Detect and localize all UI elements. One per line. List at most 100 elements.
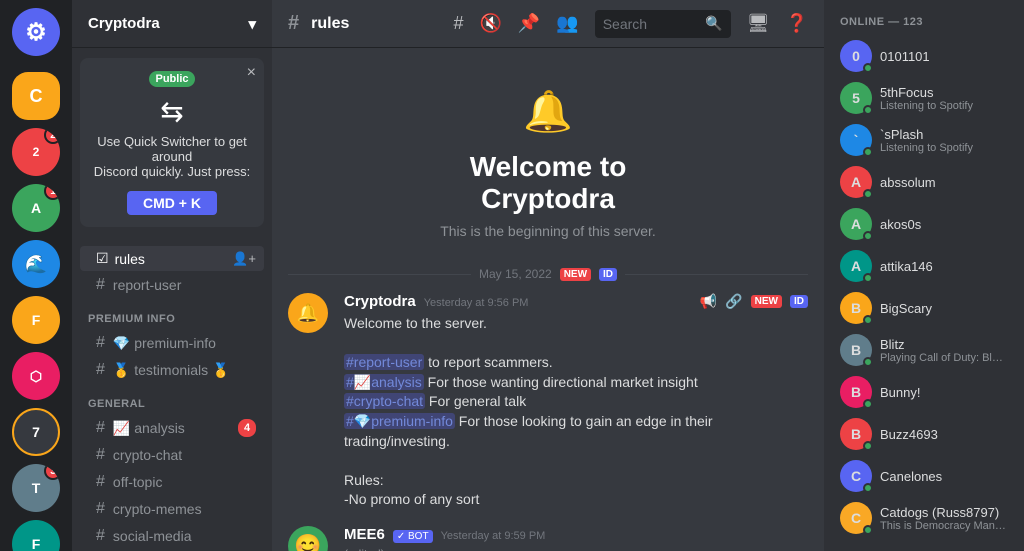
channel-label-rules: rules [115,251,145,267]
server-icon-4[interactable]: F [12,296,60,344]
member-info-attika146: attika146 [880,259,1008,274]
server-icon-1[interactable]: 22 [12,128,60,176]
avatar-mee6: 😊 [288,526,328,551]
quick-switcher-text: Use Quick Switcher to get around Discord… [92,134,252,179]
member-name-attika146: attika146 [880,259,1008,274]
add-user-icon[interactable]: 👤+ [232,251,256,267]
member-item-5thfocus[interactable]: 5 5thFocus Listening to Spotify [832,78,1016,118]
date-divider: May 15, 2022 NEW ID [272,259,824,289]
server-icon-2[interactable]: A1 [12,184,60,232]
member-item-bigscary[interactable]: B BigScary [832,288,1016,328]
status-dot [863,399,873,409]
server-icon-6[interactable]: 7 [12,408,60,456]
status-dot [863,483,873,493]
help-icon[interactable]: ❓ [786,13,808,34]
mute-icon[interactable]: 🔇 [479,13,501,34]
id-badge: ID [599,268,617,281]
member-info-5thfocus: 5thFocus Listening to Spotify [880,85,1008,112]
channel-item-rules[interactable]: ☑ rules 👤+ [80,246,264,271]
server-header[interactable]: Cryptodra ▾ [72,0,272,48]
close-quick-switcher-button[interactable]: × [247,64,256,82]
status-dot [863,315,873,325]
channel-item-analysis[interactable]: # 📈 analysis 4 [80,415,264,441]
mention-report-user: #report-user [344,354,424,370]
edited-label: (edited) [344,547,808,551]
quick-switcher-popup: × Public ⇆ Use Quick Switcher to get aro… [80,58,264,227]
mention-crypto-chat: #crypto-chat [344,393,425,409]
member-avatar-canelones: C [840,460,872,492]
member-info-bunny: Bunny! [880,385,1008,400]
member-item-canelones[interactable]: C Canelones [832,456,1016,496]
member-name-5thfocus: 5thFocus [880,85,1008,100]
member-info-bigscary: BigScary [880,301,1008,316]
member-activity-5thfocus: Listening to Spotify [880,100,1008,112]
member-item-abssolum[interactable]: A abssolum [832,162,1016,202]
id-label: ID [790,295,808,308]
member-name-bigscary: BigScary [880,301,1008,316]
member-activity-blitz: Playing Call of Duty: Black ... [880,352,1008,364]
shortcut-badge: CMD + K [127,191,217,215]
channel-label-crypto-memes: crypto-memes [113,501,202,517]
chat-header-title: rules [311,15,349,33]
member-activity-catdogs: This is Democracy Manifest [880,520,1008,532]
members-icon[interactable]: 👥 [556,13,578,34]
message-group-mee6: 😊 MEE6 ✓ BOT Yesterday at 9:59 PM (edite… [272,522,824,551]
member-item-blitz[interactable]: B Blitz Playing Call of Duty: Black ... [832,330,1016,370]
channel-item-crypto-chat[interactable]: # crypto-chat [80,442,264,468]
member-name-bunny: Bunny! [880,385,1008,400]
member-name-buzz4693: Buzz4693 [880,427,1008,442]
channel-item-crypto-memes[interactable]: # crypto-memes [80,496,264,522]
channel-label-premium-info: 💎 premium-info [113,335,216,352]
welcome-subtitle: This is the beginning of this server. [292,223,804,239]
member-item-buzz4693[interactable]: B Buzz4693 [832,414,1016,454]
inbox-icon[interactable]: 🖥 [747,13,770,34]
server-icons-sidebar: ⚙ C 22 A1 🌊 F ⬡ 7 T3 F [0,0,72,551]
message-header-mee6: MEE6 ✓ BOT Yesterday at 9:59 PM [344,526,808,543]
member-name-akos0s: akos0s [880,217,1008,232]
member-item-akos0s[interactable]: A akos0s [832,204,1016,244]
server-icon-5[interactable]: ⬡ [12,352,60,400]
search-icon[interactable]: 🔍 [705,15,722,32]
member-item-attika146[interactable]: A attika146 [832,246,1016,286]
channel-hash-header: # [288,12,299,35]
search-bar[interactable]: Search 🔍 [595,10,731,38]
member-item-bunny[interactable]: B Bunny! [832,372,1016,412]
member-item-splash[interactable]: ` `sPlash Listening to Spotify [832,120,1016,160]
channels-list: ☑ rules 👤+ # report-user PREMIUM INFO # … [72,237,272,551]
discord-icon[interactable]: ⚙ [12,8,60,56]
avatar-cryptodra: 🔔 [288,293,328,333]
server-icon-8[interactable]: F [12,520,60,551]
channel-item-premium-info[interactable]: # 💎 premium-info [80,330,264,356]
server-icon-cryptodra[interactable]: C [12,72,60,120]
channel-item-off-topic[interactable]: # off-topic [80,469,264,495]
message-content-cryptodra: Cryptodra Yesterday at 9:56 PM 📢 🔗 NEW I… [344,293,808,510]
speaker-icon: 📢 [700,293,717,310]
category-general[interactable]: GENERAL [72,384,272,414]
status-dot [863,441,873,451]
pin-icon[interactable]: 📌 [518,13,540,34]
hashtag-icon[interactable]: # [453,13,463,34]
channel-label-off-topic: off-topic [113,474,163,490]
member-item-0101101[interactable]: 0 0101101 [832,36,1016,76]
hash-icon-7: # [96,500,105,518]
channel-item-testimonials[interactable]: # 🥇 testimonials 🥇 [80,357,264,383]
member-avatar-5thfocus: 5 [840,82,872,114]
quick-switcher-icon: ⇆ [92,95,252,128]
member-avatar-abssolum: A [840,166,872,198]
server-icon-3[interactable]: 🌊 [12,240,60,288]
channel-label-analysis: 📈 analysis [113,420,185,437]
member-item-catdogs[interactable]: C Catdogs (Russ8797) This is Democracy M… [832,498,1016,538]
channel-item-report-user[interactable]: # report-user [80,272,264,298]
channel-item-social-media[interactable]: # social-media [80,523,264,549]
category-premium-info[interactable]: PREMIUM INFO [72,299,272,329]
message-time-cryptodra: Yesterday at 9:56 PM [424,297,529,309]
member-name-catdogs: Catdogs (Russ8797) [880,505,1008,520]
member-avatar-splash: ` [840,124,872,156]
members-section-header: ONLINE — 123 [832,16,1016,36]
channel-label-social-media: social-media [113,528,192,544]
hash-icon-5: # [96,446,105,464]
server-icon-7[interactable]: T3 [12,464,60,512]
member-info-catdogs: Catdogs (Russ8797) This is Democracy Man… [880,505,1008,532]
hash-icon-2: # [96,334,105,352]
mention-analysis: #📈analysis [344,374,424,390]
